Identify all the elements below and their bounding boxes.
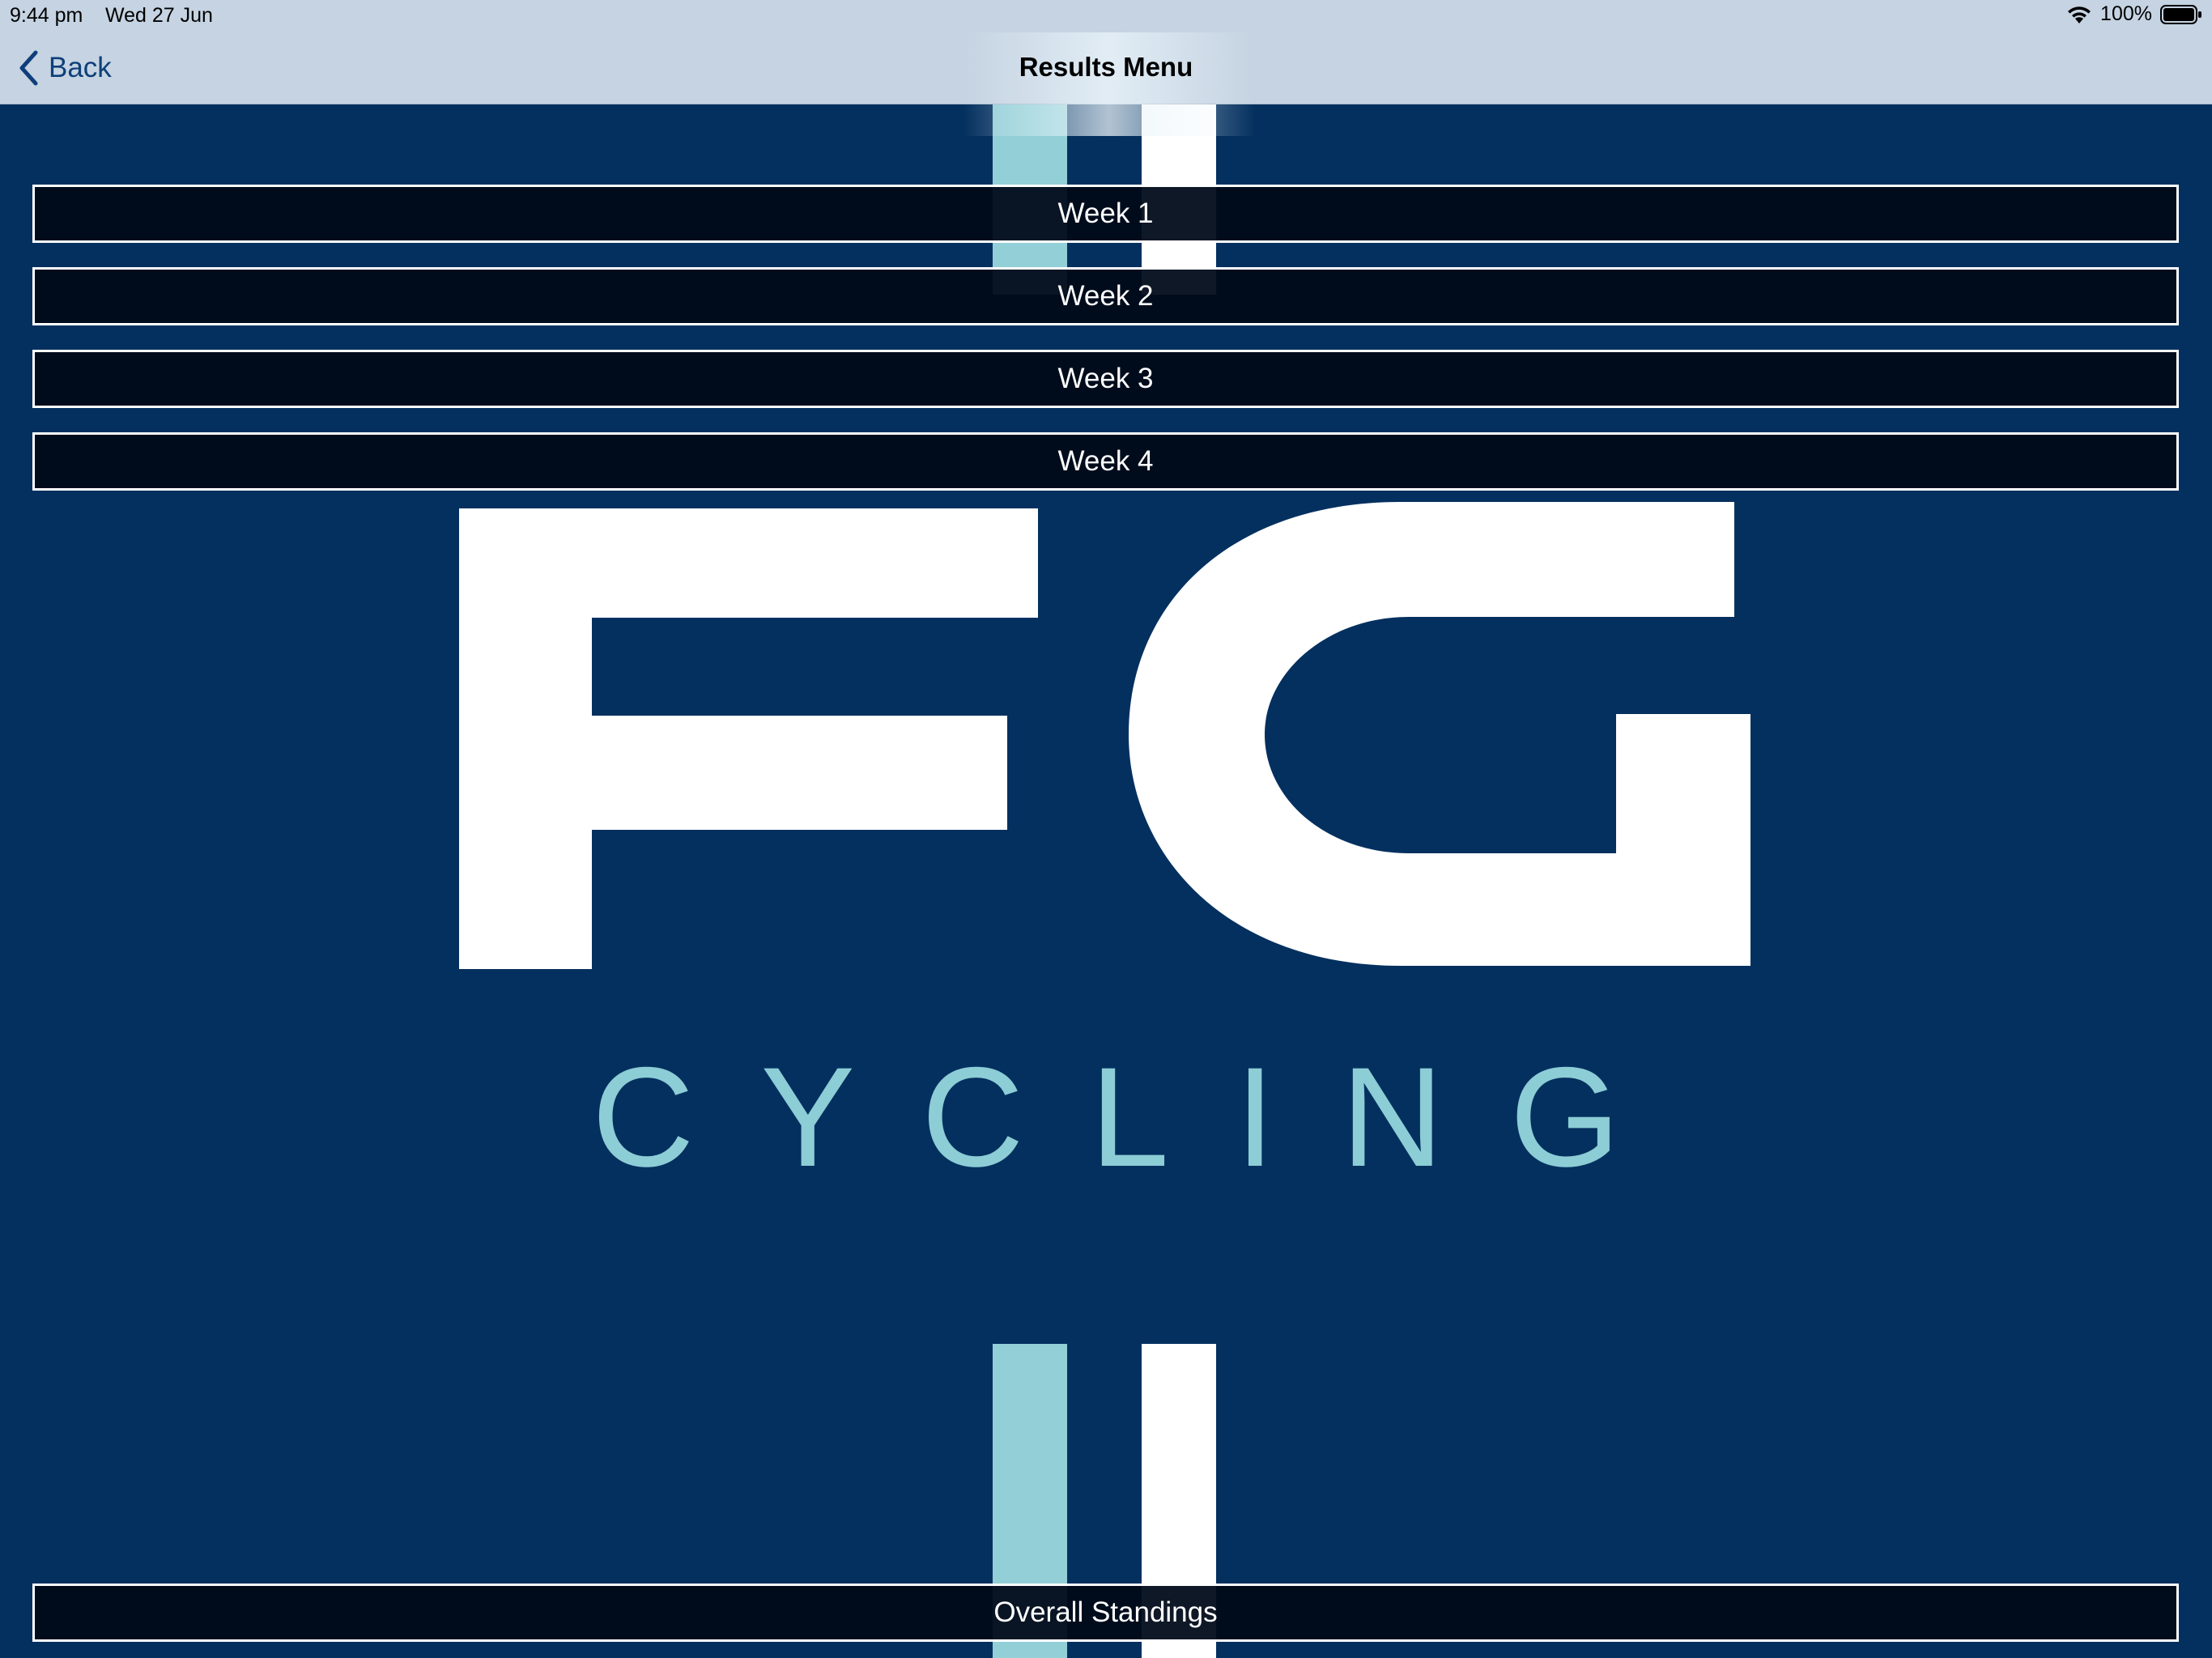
battery-percent: 100% bbox=[2100, 2, 2152, 25]
week-2-button[interactable]: Week 2 bbox=[32, 267, 2179, 325]
week-4-label: Week 4 bbox=[1057, 445, 1154, 477]
fg-cycling-logo: CYCLING bbox=[0, 0, 2212, 1658]
navigation-bar: Back Results Menu bbox=[0, 32, 2212, 136]
status-bar: 9:44 pm Wed 27 Jun 100% bbox=[0, 0, 2212, 32]
battery-icon bbox=[2160, 4, 2201, 24]
week-2-label: Week 2 bbox=[1057, 280, 1154, 312]
week-3-button[interactable]: Week 3 bbox=[32, 350, 2179, 408]
overall-standings-label: Overall Standings bbox=[993, 1596, 1218, 1628]
nav-bar-highlight bbox=[963, 32, 1255, 136]
overall-standings-button[interactable]: Overall Standings bbox=[32, 1584, 2179, 1642]
week-1-button[interactable]: Week 1 bbox=[32, 185, 2179, 243]
status-indicators: 100% bbox=[2066, 2, 2202, 26]
status-date: Wed 27 Jun bbox=[105, 4, 213, 27]
week-4-button[interactable]: Week 4 bbox=[32, 432, 2179, 491]
week-1-label: Week 1 bbox=[1057, 198, 1154, 229]
status-time: 9:44 pm bbox=[10, 4, 83, 27]
page-title: Results Menu bbox=[1019, 52, 1193, 82]
logo-fg-letters bbox=[459, 502, 1750, 969]
logo-cycling-text: CYCLING bbox=[592, 1039, 1687, 1197]
logo-letter-f bbox=[459, 508, 1038, 969]
wifi-icon bbox=[2068, 6, 2091, 23]
logo-letter-g bbox=[1129, 502, 1750, 966]
week-3-label: Week 3 bbox=[1057, 363, 1154, 394]
